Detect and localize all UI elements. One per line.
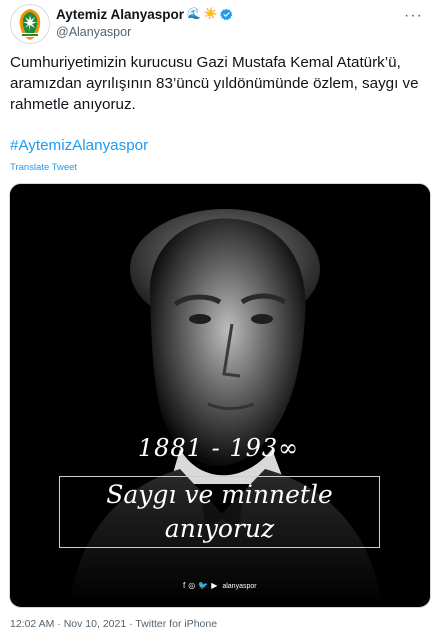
hashtag-link[interactable]: #AytemizAlanyaspor bbox=[10, 137, 148, 154]
more-options-icon[interactable]: ··· bbox=[404, 8, 423, 24]
tweet-date[interactable]: Nov 10, 2021 bbox=[64, 618, 126, 630]
facebook-icon: f bbox=[183, 581, 186, 590]
quote-line-2: anıyoruz bbox=[164, 514, 275, 543]
youtube-icon: ▶ bbox=[211, 581, 218, 590]
meta-separator: · bbox=[57, 618, 61, 630]
wave-emoji-icon: 🌊 bbox=[187, 8, 201, 20]
display-name[interactable]: Aytemiz Alanyaspor bbox=[56, 7, 184, 22]
sun-emoji-icon: ☀️ bbox=[203, 8, 218, 20]
twitter-icon: 🐦 bbox=[198, 581, 209, 590]
alanyaspor-logo-icon bbox=[11, 5, 49, 43]
meta-separator: · bbox=[129, 618, 133, 630]
quote-line-1: Saygı ve minnetle bbox=[106, 480, 333, 509]
tweet-header: Aytemiz Alanyaspor 🌊 ☀️ @Alanyaspor ··· bbox=[10, 4, 425, 44]
user-handle[interactable]: @Alanyaspor bbox=[56, 25, 233, 39]
verified-badge-icon bbox=[220, 8, 233, 21]
avatar[interactable] bbox=[10, 4, 50, 44]
quote-text: Saygı ve minnetle anıyoruz bbox=[59, 478, 380, 546]
tweet-meta: 12:02 AM · Nov 10, 2021 · Twitter for iP… bbox=[10, 618, 217, 630]
translate-tweet-link[interactable]: Translate Tweet bbox=[10, 162, 77, 173]
tweet-time[interactable]: 12:02 AM bbox=[10, 618, 54, 630]
social-handles: f ◎ 🐦 ▶ alanyaspor bbox=[183, 582, 257, 590]
years-text: 1881 - 193∞ bbox=[137, 434, 300, 462]
tweet-source[interactable]: Twitter for iPhone bbox=[135, 618, 217, 630]
instagram-icon: ◎ bbox=[188, 581, 196, 590]
tweet-text: Cumhuriyetimizin kurucusu Gazi Mustafa K… bbox=[10, 54, 419, 113]
social-handle-text: alanyaspor bbox=[222, 582, 257, 590]
author-names: Aytemiz Alanyaspor 🌊 ☀️ @Alanyaspor bbox=[56, 6, 233, 39]
